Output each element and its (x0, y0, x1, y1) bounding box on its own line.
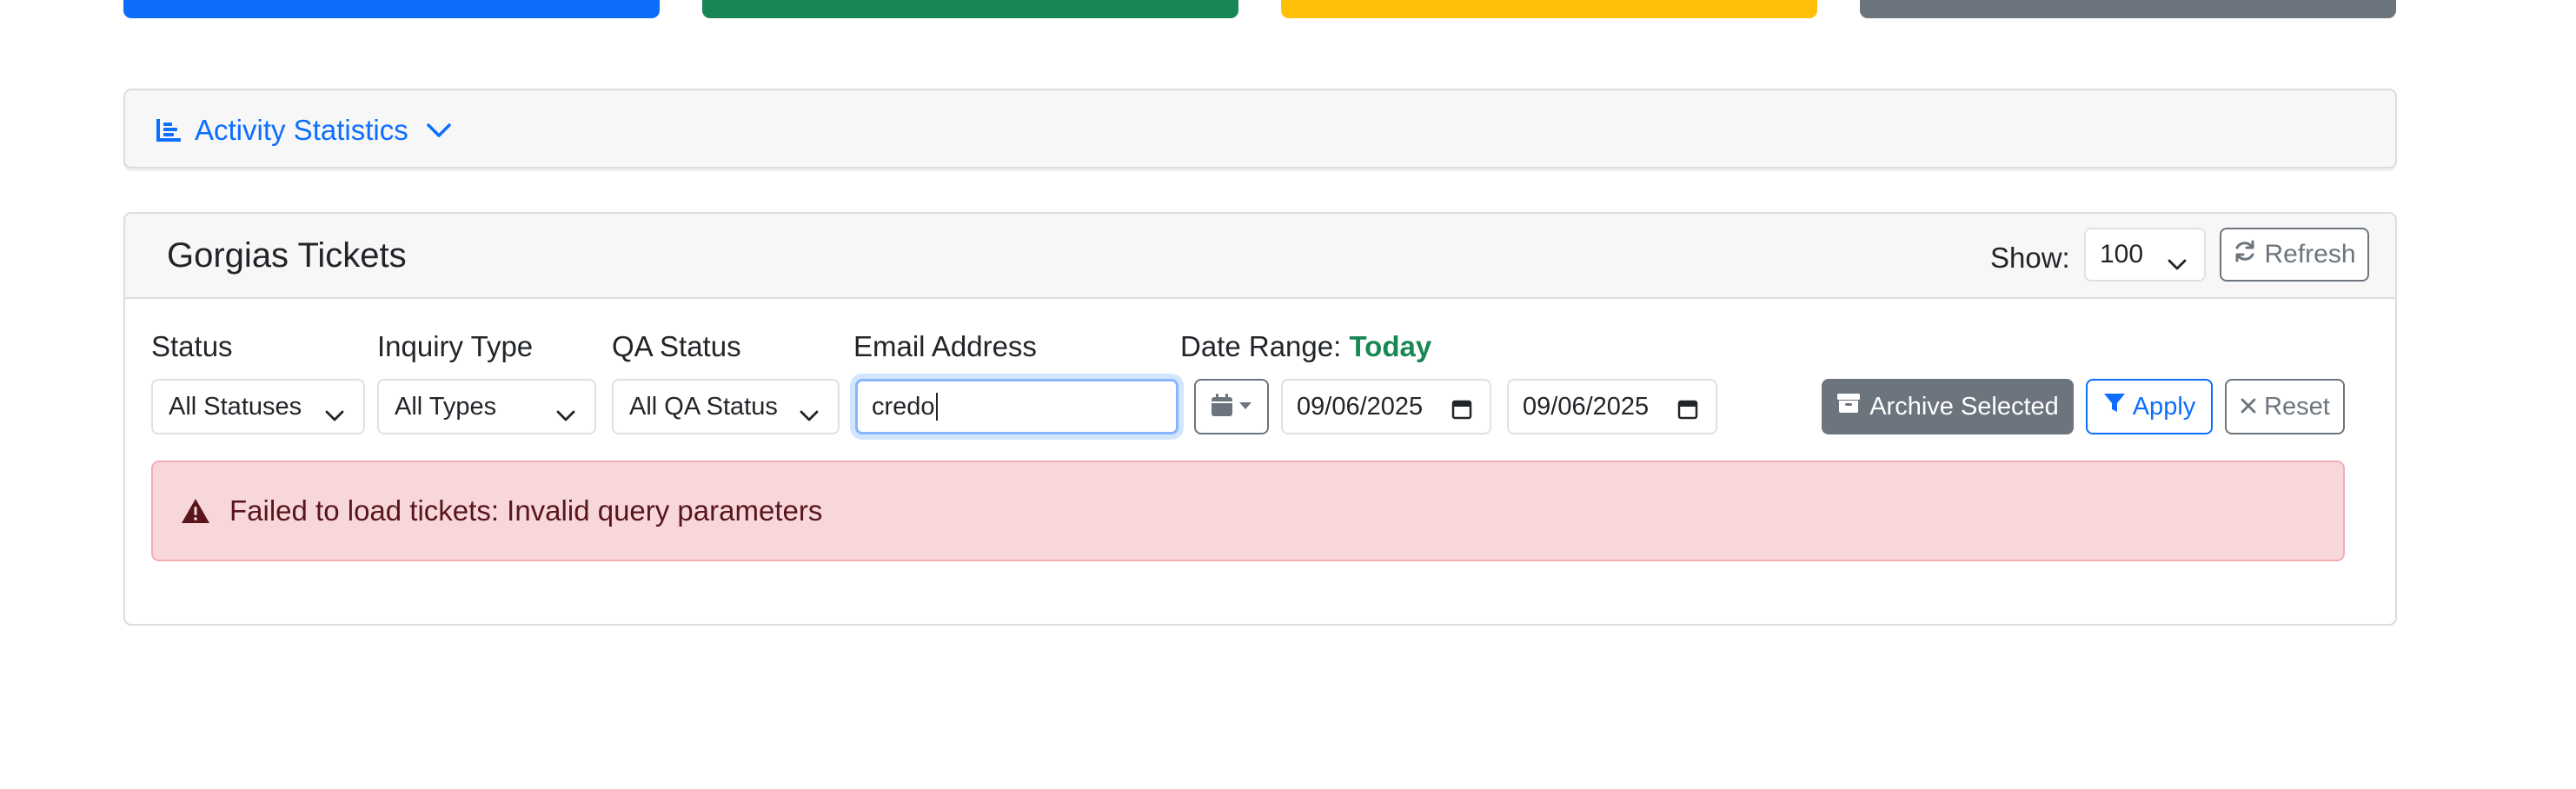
qa-status-select[interactable]: All QA Status (612, 379, 840, 434)
calendar-icon[interactable] (1451, 398, 1472, 427)
show-label: Show: (1990, 242, 2070, 274)
date-range-label: Date Range: Today (1180, 330, 1431, 363)
qa-status-filter-label: QA Status (612, 330, 741, 362)
status-filter-label: Status (151, 330, 233, 362)
refresh-button[interactable]: Refresh (2220, 228, 2369, 282)
activity-statistics-toggle[interactable]: Activity Statistics (155, 111, 452, 149)
date-from-value: 09/06/2025 (1297, 392, 1424, 421)
inquiry-type-select[interactable]: All Types (377, 379, 596, 434)
email-filter-label: Email Address (853, 330, 1037, 362)
stat-card-warning (1281, 0, 1817, 18)
date-from-input[interactable]: 09/06/2025 (1281, 379, 1491, 434)
calendar-icon[interactable] (1677, 398, 1698, 427)
chevron-down-icon (426, 122, 452, 139)
status-select-value: All Statuses (169, 392, 302, 421)
inquiry-type-select-value: All Types (395, 392, 497, 421)
qa-status-select-value: All QA Status (629, 392, 778, 421)
calendar-icon (1211, 393, 1233, 421)
error-message: Failed to load tickets: Invalid query pa… (229, 494, 823, 527)
email-input-value: credo (872, 392, 935, 421)
close-icon (2240, 393, 2257, 421)
tickets-card-header: Gorgias Tickets Show: 100 Refresh (125, 214, 2395, 299)
chevron-down-icon (800, 401, 819, 429)
apply-label: Apply (2132, 392, 2196, 421)
caret-down-icon (1238, 399, 1252, 414)
chevron-down-icon (325, 401, 344, 429)
chevron-down-icon (556, 401, 575, 429)
refresh-icon (2233, 239, 2257, 270)
error-alert: Failed to load tickets: Invalid query pa… (151, 461, 2345, 561)
stat-card-success (702, 0, 1238, 18)
date-to-value: 09/06/2025 (1523, 392, 1650, 421)
page-size-select[interactable]: 100 (2084, 228, 2206, 282)
archive-selected-label: Archive Selected (1869, 392, 2059, 421)
email-input[interactable]: credo (855, 379, 1178, 434)
filter-icon (2103, 392, 2126, 421)
chevron-down-icon (2168, 249, 2187, 278)
activity-statistics-panel: Activity Statistics (123, 89, 2397, 169)
text-caret (935, 393, 938, 421)
stat-card-secondary (1860, 0, 2396, 18)
archive-selected-button[interactable]: Archive Selected (1822, 379, 2074, 434)
date-range-value: Today (1349, 330, 1432, 362)
bar-chart-icon (155, 117, 183, 143)
reset-filters-button[interactable]: Reset (2225, 379, 2345, 434)
reset-label: Reset (2264, 392, 2330, 421)
date-to-input[interactable]: 09/06/2025 (1507, 379, 1717, 434)
apply-filters-button[interactable]: Apply (2086, 379, 2213, 434)
activity-statistics-label: Activity Statistics (195, 114, 408, 146)
date-range-dropdown-button[interactable] (1194, 379, 1269, 434)
date-range-label-text: Date Range: (1180, 330, 1342, 362)
status-select[interactable]: All Statuses (151, 379, 365, 434)
inquiry-type-filter-label: Inquiry Type (377, 330, 534, 362)
page-title: Gorgias Tickets (167, 236, 407, 275)
archive-icon (1836, 392, 1861, 421)
warning-triangle-icon (182, 499, 209, 523)
page-size-value: 100 (2100, 240, 2144, 269)
stat-card-primary (123, 0, 660, 18)
refresh-label: Refresh (2264, 240, 2356, 269)
